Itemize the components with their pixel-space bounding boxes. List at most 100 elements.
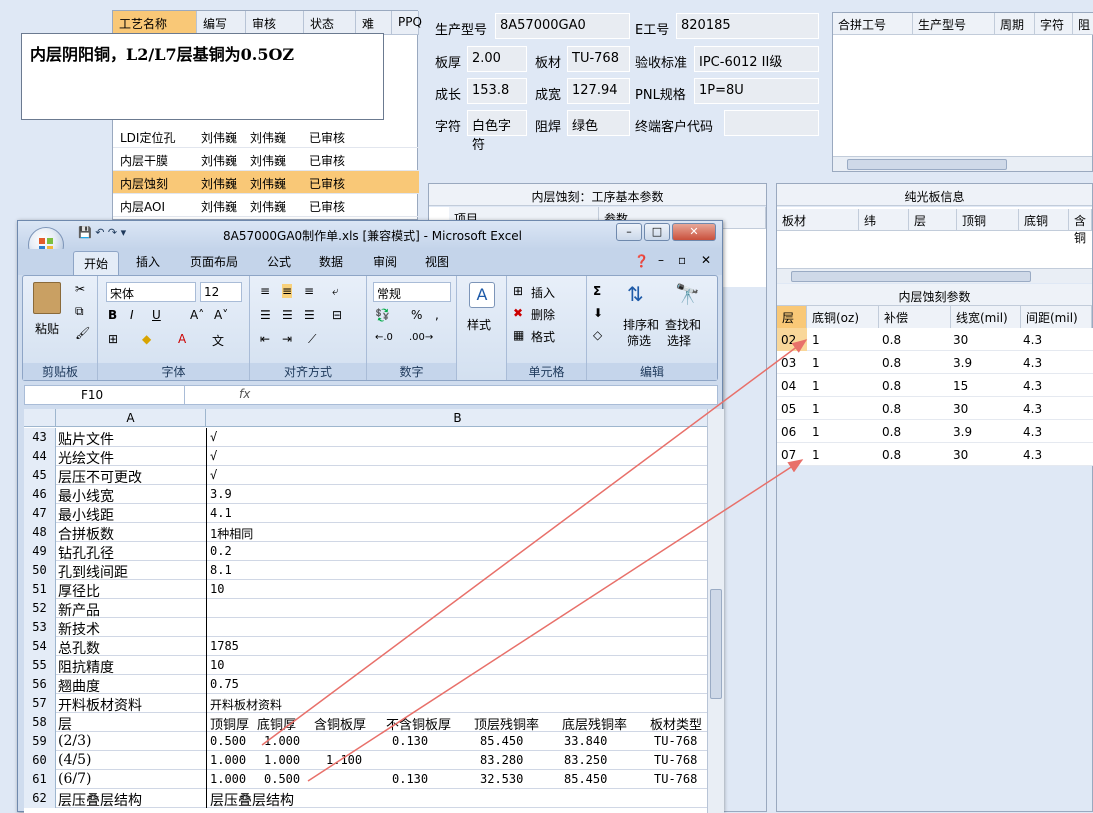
cell-b[interactable]: √ <box>210 449 217 463</box>
ribbon-minimize-icon[interactable]: – <box>658 253 664 267</box>
phonetic-icon[interactable]: 文 <box>212 332 224 349</box>
insert-icon[interactable]: ⊞ <box>513 284 523 298</box>
scroll-thumb[interactable] <box>847 159 1007 170</box>
fill-icon[interactable]: ⬇ <box>593 306 603 320</box>
layer-value-cell[interactable]: TU-768 <box>654 753 697 767</box>
cell-b[interactable]: 10 <box>210 582 224 596</box>
layer-value-cell[interactable]: 85.450 <box>564 772 607 786</box>
customer-field[interactable] <box>724 110 819 136</box>
cell-b[interactable]: 8.1 <box>210 563 232 577</box>
table-row[interactable]: 内层干膜 刘伟巍 刘伟巍 已审核 <box>113 148 419 171</box>
tab-view[interactable]: 视图 <box>425 253 449 270</box>
font-size-select[interactable]: 12 <box>200 282 242 302</box>
layer-header-cell[interactable]: 板材类型 <box>650 714 702 733</box>
col-header-compensation[interactable]: 补偿 <box>879 306 951 330</box>
name-box[interactable]: F10 <box>25 386 185 404</box>
sheet-row[interactable]: 49 钻孔孔径 0.2 <box>24 542 718 562</box>
quick-access-toolbar[interactable]: 💾 ↶ ↷ ▾ <box>78 226 126 239</box>
mask-field[interactable]: 绿色 <box>567 110 630 136</box>
tab-home[interactable]: 开始 <box>73 251 120 275</box>
italic-icon[interactable]: I <box>130 308 134 322</box>
orientation-icon[interactable]: ⟋ <box>308 332 316 347</box>
layer-header-cell[interactable]: 顶层残铜率 <box>474 714 539 733</box>
cell-b[interactable]: √ <box>210 430 217 444</box>
sheet-row[interactable]: 57 开料板材资料 开料板材资料 <box>24 694 718 714</box>
worksheet[interactable]: A B 43 贴片文件 √ 44 光绘文件 √ 45 层压不可更改 √ 46 最小线宽 3.9 47 最小… <box>24 409 718 813</box>
col-header-bottom-copper[interactable]: 底铜 <box>1019 209 1069 231</box>
col-header-line-width[interactable]: 线宽(mil) <box>951 306 1021 330</box>
row-number[interactable]: 59 <box>24 732 56 751</box>
layer-value-cell[interactable]: TU-768 <box>654 734 697 748</box>
insert-cells-button[interactable]: 插入 <box>531 284 555 301</box>
cell-a[interactable]: (2/3) <box>58 733 91 749</box>
col-header-spacing[interactable]: 间距(mil) <box>1021 306 1092 330</box>
paste-label[interactable]: 粘贴 <box>35 320 59 337</box>
find-select-label[interactable]: 查找和 <box>665 316 701 333</box>
row-number[interactable]: 45 <box>24 466 56 485</box>
autosum-icon[interactable]: Σ <box>593 284 601 298</box>
cell-a[interactable]: 新技术 <box>58 619 100 639</box>
sheet-row[interactable]: 59 (2/3) 0.500 1.000 0.130 85.450 33.840 TU-768 <box>24 732 718 751</box>
minimize-button[interactable]: – <box>616 223 642 241</box>
cell-a[interactable]: 层压不可更改 <box>58 467 142 487</box>
cell-a[interactable]: 新产品 <box>58 600 100 620</box>
layer-header-cell[interactable]: 含铜板厚 <box>314 714 366 733</box>
table-row-selected[interactable]: 内层蚀刻 刘伟巍 刘伟巍 已审核 <box>113 171 419 194</box>
cell-a[interactable]: 翘曲度 <box>58 676 100 696</box>
find-select-label-2[interactable]: 选择 <box>667 332 691 349</box>
sort-filter-icon[interactable]: ⇅ <box>627 282 644 306</box>
row-number[interactable]: 53 <box>24 618 56 637</box>
find-select-icon[interactable]: 🔭 <box>675 282 700 306</box>
row-number[interactable]: 60 <box>24 751 56 770</box>
tab-insert[interactable]: 插入 <box>136 253 160 270</box>
shrink-font-icon[interactable]: A˅ <box>214 308 228 322</box>
sheet-row[interactable]: 52 新产品 <box>24 599 718 620</box>
col-header-writer[interactable]: 编写 <box>197 11 246 35</box>
tab-review[interactable]: 审阅 <box>373 253 397 270</box>
cell-a[interactable]: 阻抗精度 <box>58 657 114 677</box>
layer-header-cell[interactable]: 不含铜板厚 <box>386 714 451 733</box>
grow-font-icon[interactable]: A˄ <box>190 308 204 322</box>
row-number[interactable]: 51 <box>24 580 56 599</box>
sheet-row[interactable]: 56 翘曲度 0.75 <box>24 675 718 696</box>
align-center-icon[interactable]: ☰ <box>282 308 293 322</box>
sheet-row[interactable]: 58 层 顶铜厚 底铜厚 含铜板厚 不含铜板厚 顶层残铜率 底层残铜率 板材类型 <box>24 713 718 733</box>
number-format-select[interactable]: 常规 <box>373 282 451 302</box>
sort-filter-label[interactable]: 排序和 <box>623 316 659 333</box>
decrease-indent-icon[interactable]: ⇤ <box>260 332 270 346</box>
layer-header-cell[interactable]: 底层残铜率 <box>562 714 627 733</box>
layer-header-cell[interactable]: 顶铜厚 <box>210 714 249 733</box>
clear-icon[interactable]: ◇ <box>593 328 602 342</box>
row-number[interactable]: 46 <box>24 485 56 504</box>
wrap-text-icon[interactable]: ⤶ <box>332 284 339 299</box>
styles-icon[interactable]: A <box>469 282 495 308</box>
table-row[interactable]: 07 1 0.8 30 4.3 <box>777 443 1093 466</box>
format-icon[interactable]: ▦ <box>513 328 524 342</box>
cell-b[interactable]: 4.1 <box>210 506 232 520</box>
length-field[interactable]: 153.8 <box>467 78 527 104</box>
col-header-bottom-copper-oz[interactable]: 底铜(oz) <box>807 306 879 330</box>
cell-a[interactable]: 最小线宽 <box>58 486 114 506</box>
row-number[interactable]: 48 <box>24 523 56 542</box>
cell-a[interactable]: (4/5) <box>58 752 91 768</box>
layer-value-cell[interactable]: 1.000 <box>264 734 300 748</box>
align-left-icon[interactable]: ☰ <box>260 308 271 322</box>
layer-value-cell[interactable]: 0.500 <box>210 734 246 748</box>
col-header-char[interactable]: 字符 <box>1035 13 1073 35</box>
layer-value-cell[interactable]: 85.450 <box>480 734 523 748</box>
layer-value-cell[interactable]: 83.280 <box>480 753 523 767</box>
layer-value-cell[interactable]: 1.000 <box>210 753 246 767</box>
width-field[interactable]: 127.94 <box>567 78 630 104</box>
horizontal-scrollbar[interactable] <box>777 268 1092 283</box>
close-button[interactable]: ✕ <box>672 223 716 241</box>
char-field[interactable]: 白色字符 <box>467 110 527 153</box>
sheet-row[interactable]: 44 光绘文件 √ <box>24 447 718 467</box>
cell-b[interactable]: 层压叠层结构 <box>210 790 294 810</box>
border-icon[interactable]: ⊞ <box>108 332 118 346</box>
decrease-decimal-icon[interactable]: .00→ <box>409 332 433 343</box>
sheet-row[interactable]: 46 最小线宽 3.9 <box>24 485 718 506</box>
model-field[interactable]: 8A57000GA0 <box>495 13 630 39</box>
cell-b[interactable]: 1785 <box>210 639 239 653</box>
delete-cells-button[interactable]: 删除 <box>531 306 555 323</box>
select-all[interactable] <box>24 409 56 427</box>
